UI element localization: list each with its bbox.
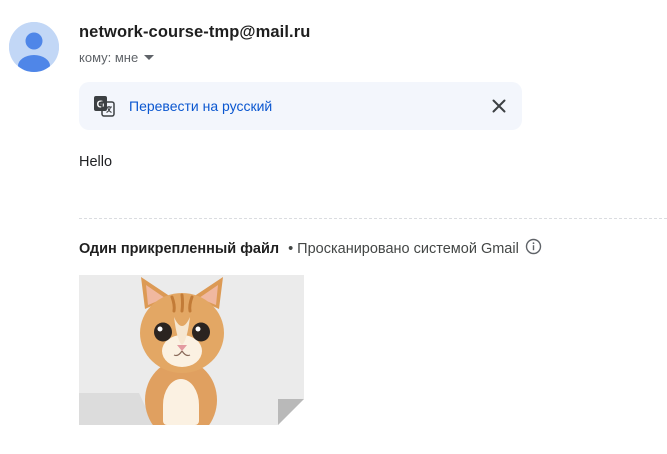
translate-icon: G (93, 95, 115, 122)
translate-bar: G Перевести на русский (79, 82, 522, 130)
recipient-label: кому: мне (79, 50, 139, 65)
recipient-details-toggle[interactable]: кому: мне (79, 50, 155, 65)
attachments-divider (79, 218, 667, 219)
attachments-count-label: Один прикрепленный файл (79, 240, 280, 257)
close-icon[interactable] (490, 97, 508, 115)
attachment-thumbnail[interactable] (79, 275, 304, 425)
attachments-header: Один прикрепленный файл • Просканировано… (79, 238, 542, 259)
person-avatar-icon (9, 22, 59, 72)
svg-text:G: G (97, 100, 105, 111)
scan-status-label: Просканировано системой Gmail (297, 240, 519, 257)
info-icon[interactable] (525, 238, 542, 259)
message-body: Hello (79, 154, 113, 170)
separator-dot: • (288, 240, 294, 257)
kitten-image (79, 275, 304, 425)
caret-down-icon (144, 55, 155, 60)
sender-avatar[interactable] (9, 22, 59, 72)
translate-link[interactable]: Перевести на русский (129, 98, 272, 114)
sender-email[interactable]: network-course-tmp@mail.ru (79, 23, 310, 42)
